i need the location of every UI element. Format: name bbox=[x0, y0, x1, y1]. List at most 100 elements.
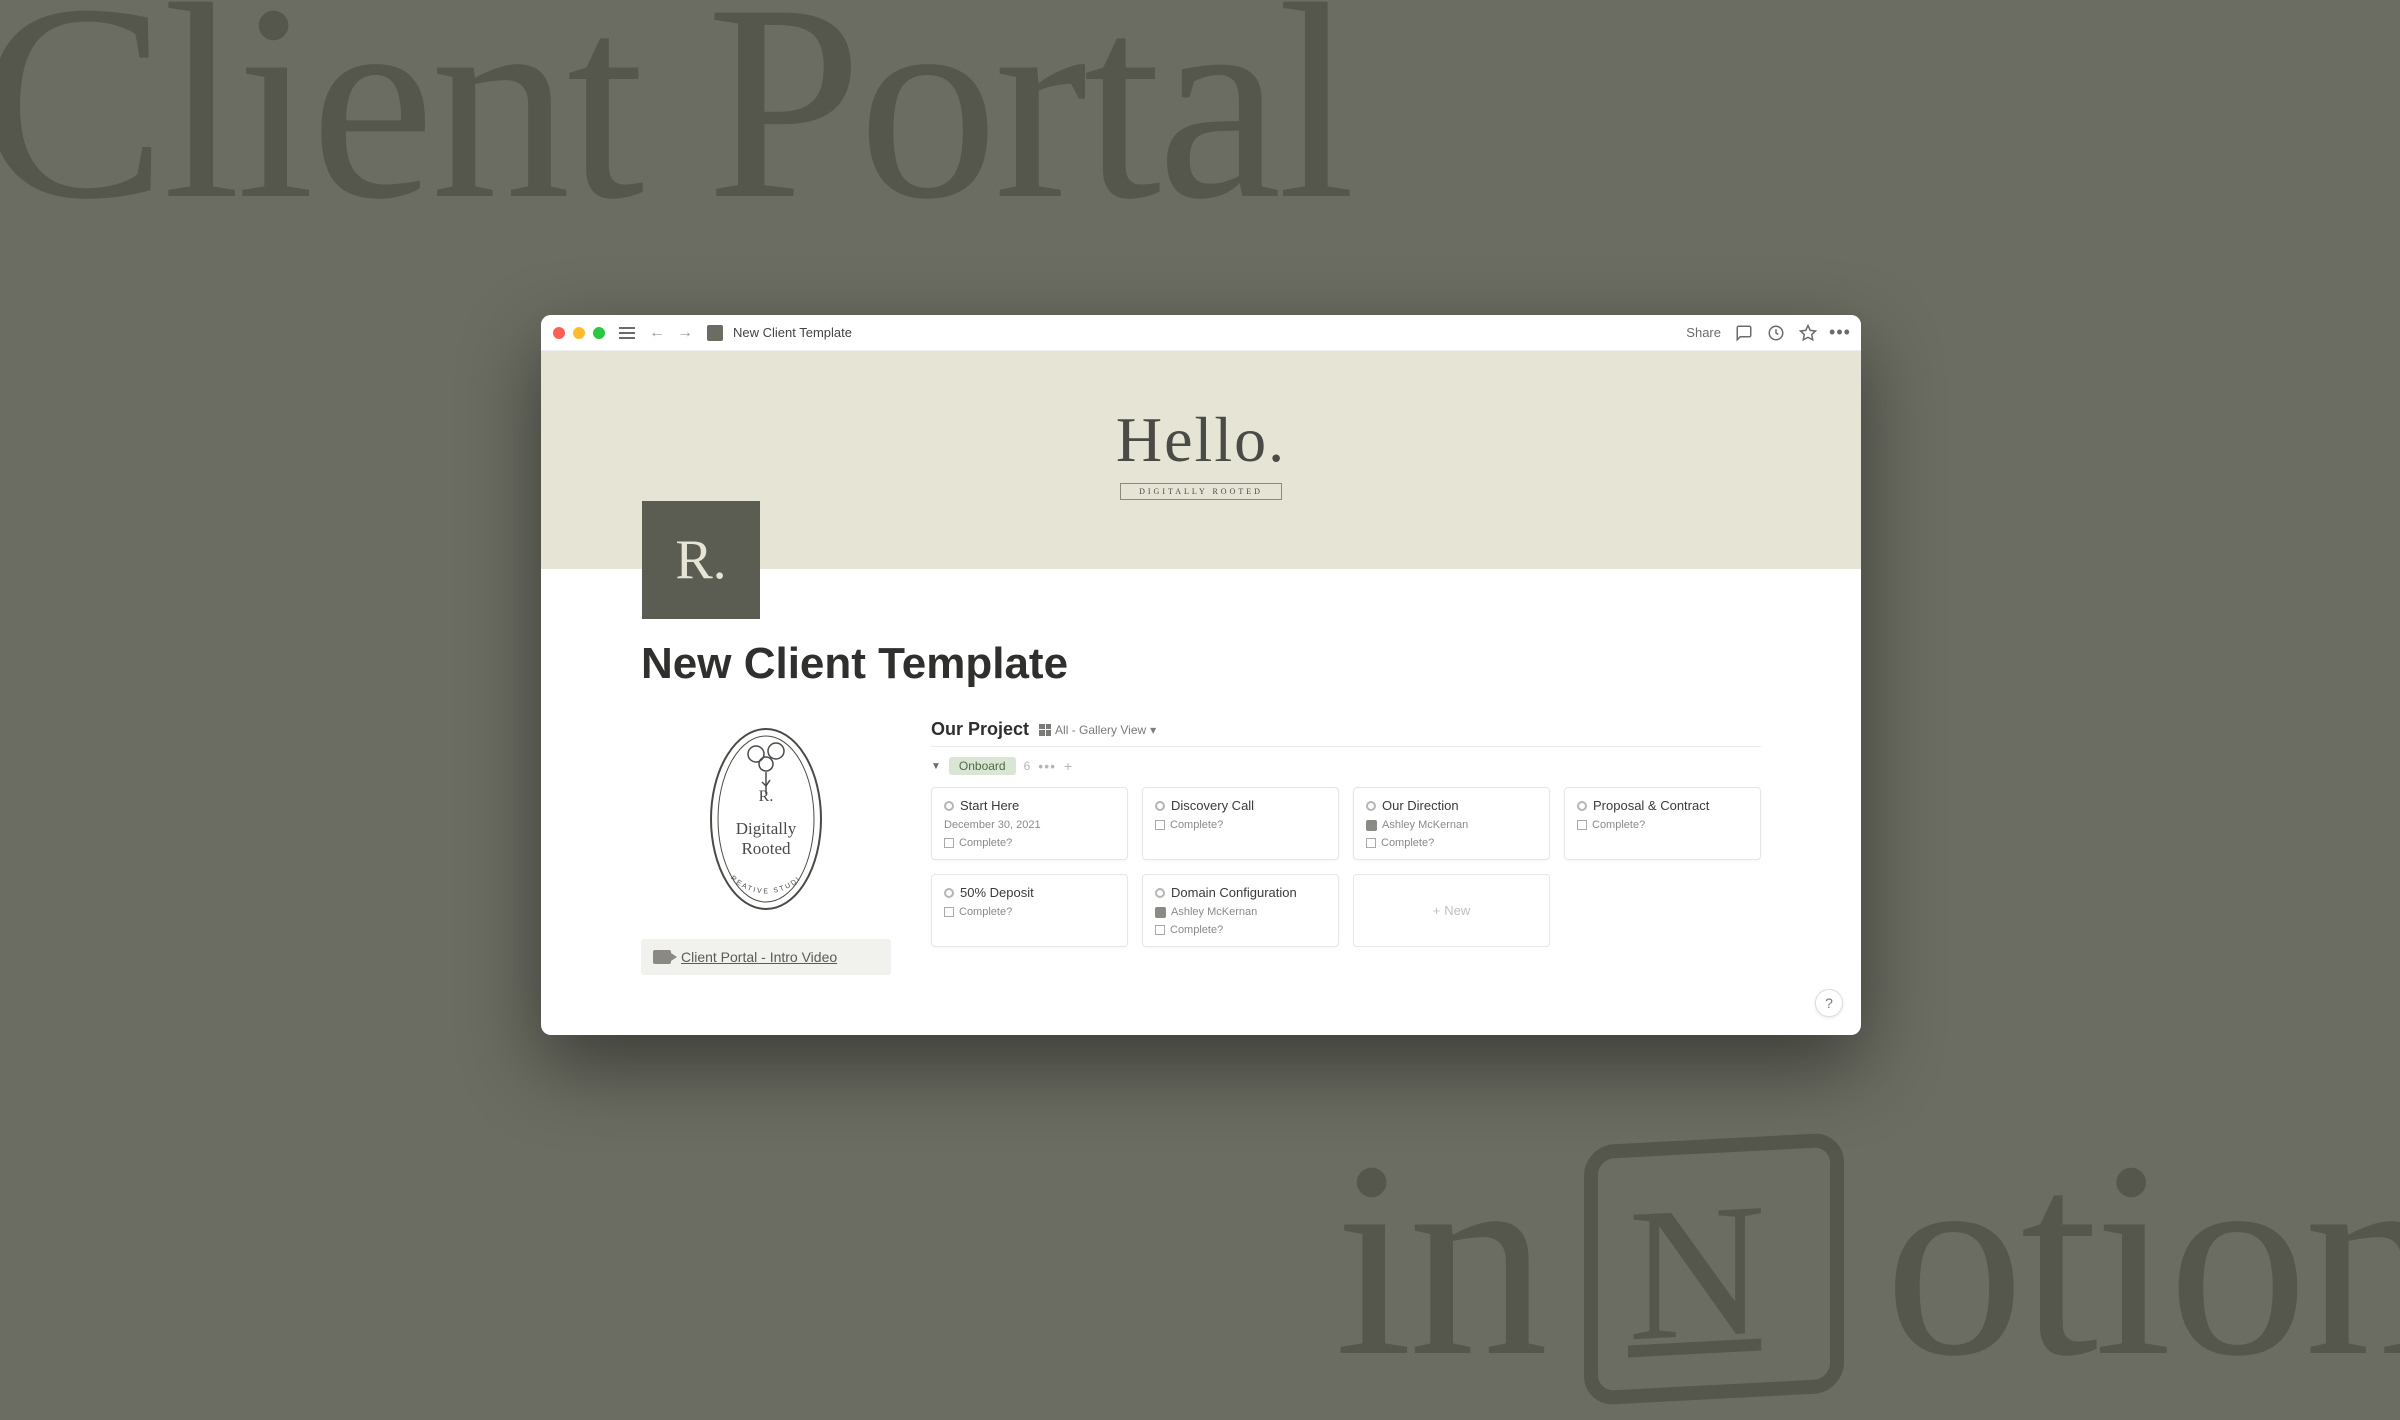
page-title[interactable]: New Client Template bbox=[641, 639, 1761, 689]
checkbox-icon bbox=[1155, 820, 1165, 830]
intro-video-link[interactable]: Client Portal - Intro Video bbox=[681, 949, 837, 965]
page-bullet-icon bbox=[944, 801, 954, 811]
card-title: 50% Deposit bbox=[944, 885, 1115, 900]
card-meta-text: Complete? bbox=[959, 837, 1012, 849]
card-meta-text: Complete? bbox=[1170, 924, 1223, 936]
right-column: Our Project All - Gallery View ▾ ▼ Onboa… bbox=[931, 719, 1761, 975]
share-button[interactable]: Share bbox=[1686, 325, 1721, 340]
database-view-selector[interactable]: All - Gallery View ▾ bbox=[1039, 723, 1156, 737]
card-title-text: Start Here bbox=[960, 798, 1019, 813]
svg-text:Digitally: Digitally bbox=[736, 819, 797, 838]
svg-text:CREATIVE STUDIO: CREATIVE STUDIO bbox=[701, 719, 803, 895]
more-menu-icon[interactable]: ••• bbox=[1831, 324, 1849, 342]
gallery-cards-grid: Start HereDecember 30, 2021Complete?Disc… bbox=[931, 787, 1761, 947]
app-window: ← → New Client Template Share ••• Hello.… bbox=[541, 315, 1861, 1035]
maximize-window-button[interactable] bbox=[593, 327, 605, 339]
bg-otion-text: otion bbox=[1884, 1097, 2400, 1420]
group-tag-onboard[interactable]: Onboard bbox=[949, 757, 1016, 775]
new-card-label: New bbox=[1444, 903, 1470, 918]
card-meta: December 30, 2021 bbox=[944, 819, 1115, 831]
page-icon-small bbox=[707, 325, 723, 341]
card-title-text: Our Direction bbox=[1382, 798, 1459, 813]
gallery-card[interactable]: 50% Deposit Complete? bbox=[931, 874, 1128, 947]
brand-logo: R. Digitally Rooted CREATIVE STUDIO bbox=[701, 719, 831, 919]
card-title-text: Proposal & Contract bbox=[1593, 798, 1709, 813]
background-title-top: Client Portal bbox=[0, 0, 1351, 263]
gallery-card[interactable]: Start Here December 30, 2021 Complete? bbox=[931, 787, 1128, 860]
card-meta: Ashley McKernan bbox=[1155, 906, 1326, 918]
card-meta-text: Complete? bbox=[959, 906, 1012, 918]
card-title-text: Discovery Call bbox=[1171, 798, 1254, 813]
card-title-text: 50% Deposit bbox=[960, 885, 1034, 900]
gallery-card[interactable]: Proposal & Contract Complete? bbox=[1564, 787, 1761, 860]
page-content: New Client Template R. bbox=[541, 569, 1861, 995]
page-bullet-icon bbox=[1155, 888, 1165, 898]
page-cover[interactable]: Hello. DIGITALLY ROOTED R. bbox=[541, 351, 1861, 569]
group-header: ▼ Onboard 6 ••• + bbox=[931, 757, 1761, 775]
gallery-card[interactable]: Our Direction Ashley McKernan Complete? bbox=[1353, 787, 1550, 860]
bg-in-text: in bbox=[1335, 1097, 1545, 1420]
favorite-star-icon[interactable] bbox=[1799, 324, 1817, 342]
group-add-button[interactable]: + bbox=[1064, 758, 1072, 774]
new-card-button[interactable]: +New bbox=[1353, 874, 1550, 947]
history-nav: ← → bbox=[645, 322, 697, 344]
card-meta: Complete? bbox=[944, 906, 1115, 918]
group-more-icon[interactable]: ••• bbox=[1038, 758, 1056, 774]
group-count: 6 bbox=[1024, 759, 1031, 773]
gallery-card[interactable]: Discovery Call Complete? bbox=[1142, 787, 1339, 860]
plus-icon: + bbox=[1433, 903, 1441, 918]
checkbox-icon bbox=[944, 907, 954, 917]
database-header: Our Project All - Gallery View ▾ bbox=[931, 719, 1761, 740]
cover-heading: Hello. bbox=[1116, 403, 1286, 477]
checkbox-icon bbox=[1366, 838, 1376, 848]
sidebar-toggle-icon[interactable] bbox=[619, 327, 635, 339]
page-bullet-icon bbox=[1366, 801, 1376, 811]
card-meta: Complete? bbox=[944, 837, 1115, 849]
svg-text:R.: R. bbox=[759, 788, 774, 805]
forward-button[interactable]: → bbox=[673, 322, 697, 344]
cover-hello-block: Hello. DIGITALLY ROOTED bbox=[1116, 403, 1286, 500]
page-bullet-icon bbox=[1577, 801, 1587, 811]
breadcrumb-title[interactable]: New Client Template bbox=[733, 325, 852, 340]
page-bullet-icon bbox=[1155, 801, 1165, 811]
background-title-bottom: in otion bbox=[1335, 1097, 2400, 1420]
back-button[interactable]: ← bbox=[645, 322, 669, 344]
svg-text:Rooted: Rooted bbox=[741, 839, 791, 858]
close-window-button[interactable] bbox=[553, 327, 565, 339]
card-title: Our Direction bbox=[1366, 798, 1537, 813]
page-icon[interactable]: R. bbox=[642, 501, 760, 619]
gallery-view-icon bbox=[1039, 724, 1051, 736]
card-meta: Complete? bbox=[1577, 819, 1748, 831]
card-title: Start Here bbox=[944, 798, 1115, 813]
checkbox-icon bbox=[944, 838, 954, 848]
card-meta-text: Complete? bbox=[1170, 819, 1223, 831]
card-meta-text: Ashley McKernan bbox=[1171, 906, 1257, 918]
intro-video-callout[interactable]: Client Portal - Intro Video bbox=[641, 939, 891, 975]
notion-logo-icon bbox=[1584, 1132, 1844, 1406]
database-title[interactable]: Our Project bbox=[931, 719, 1029, 740]
card-title: Proposal & Contract bbox=[1577, 798, 1748, 813]
card-meta: Complete? bbox=[1366, 837, 1537, 849]
view-label: All - Gallery View bbox=[1055, 723, 1146, 737]
page-icon-letter: R. bbox=[675, 528, 726, 592]
card-meta-text: Complete? bbox=[1381, 837, 1434, 849]
cover-subtitle: DIGITALLY ROOTED bbox=[1120, 483, 1282, 500]
person-icon bbox=[1366, 820, 1377, 831]
card-title: Discovery Call bbox=[1155, 798, 1326, 813]
group-collapse-toggle[interactable]: ▼ bbox=[931, 761, 941, 772]
card-meta: Complete? bbox=[1155, 924, 1326, 936]
comments-icon[interactable] bbox=[1735, 324, 1753, 342]
card-meta: Ashley McKernan bbox=[1366, 819, 1537, 831]
checkbox-icon bbox=[1577, 820, 1587, 830]
traffic-lights bbox=[553, 327, 605, 339]
help-button[interactable]: ? bbox=[1815, 989, 1843, 1017]
card-title-text: Domain Configuration bbox=[1171, 885, 1297, 900]
person-icon bbox=[1155, 907, 1166, 918]
updates-clock-icon[interactable] bbox=[1767, 324, 1785, 342]
minimize-window-button[interactable] bbox=[573, 327, 585, 339]
database-divider bbox=[931, 746, 1761, 747]
card-meta: Complete? bbox=[1155, 819, 1326, 831]
chevron-down-icon: ▾ bbox=[1150, 723, 1156, 737]
card-title: Domain Configuration bbox=[1155, 885, 1326, 900]
gallery-card[interactable]: Domain Configuration Ashley McKernan Compl… bbox=[1142, 874, 1339, 947]
